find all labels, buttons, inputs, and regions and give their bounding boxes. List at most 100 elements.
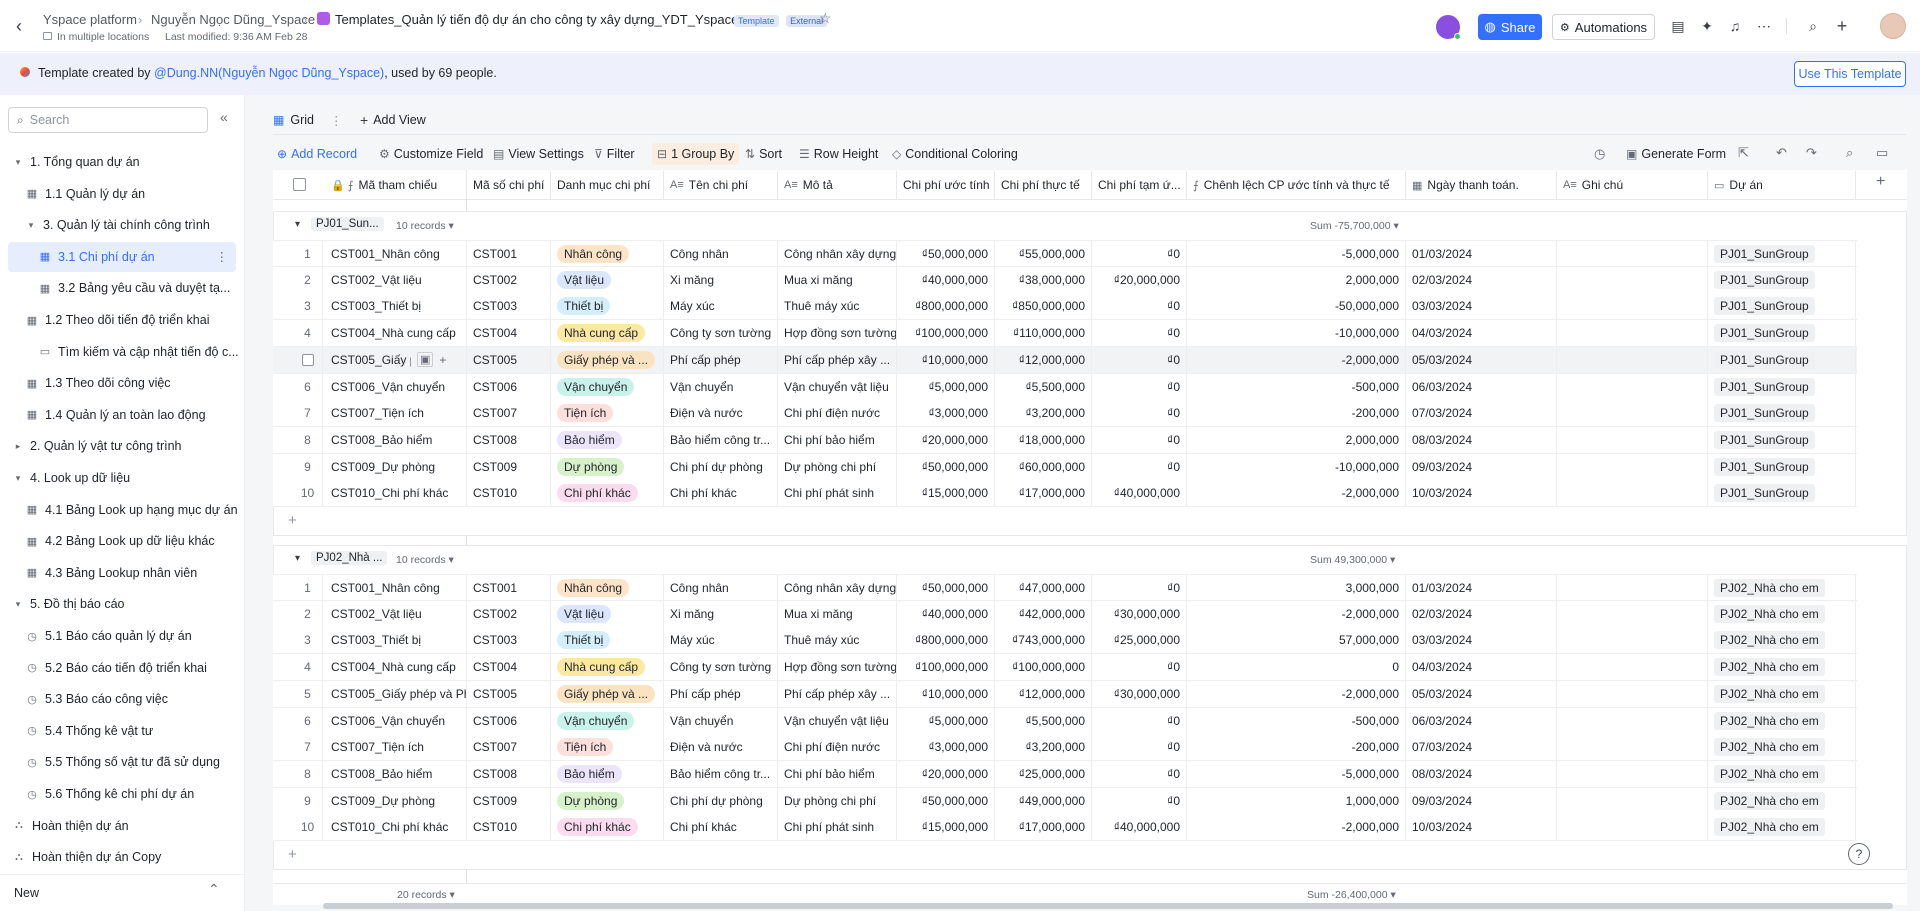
table-cell[interactable]: -10,000,000 <box>1187 453 1406 480</box>
table-cell[interactable]: ₫42,000,000 <box>995 600 1092 627</box>
table-cell[interactable]: PJ01_SunGroup <box>1708 373 1856 400</box>
table-cell[interactable]: ₫0 <box>1092 293 1187 320</box>
table-cell[interactable]: CST010_Chi phí khác <box>325 814 467 841</box>
table-cell[interactable]: CST006_Vận chuyển <box>325 707 467 734</box>
table-cell[interactable]: Bảo hiểm <box>551 760 664 787</box>
table-row[interactable]: 7 CST007_Tiện ích CST007 Tiện ích Điện và nư… <box>273 400 1857 428</box>
table-cell[interactable]: ₫0 <box>1092 707 1187 734</box>
table-cell[interactable]: Thuê máy xúc <box>778 293 897 320</box>
table-cell[interactable]: CST006 <box>467 373 551 400</box>
sidebar-item[interactable]: ⛬ Hoàn thiện dự án <box>0 811 245 841</box>
breadcrumb-workspace[interactable]: Yspace platform <box>43 12 137 27</box>
column-header[interactable]: Chi phí tạm ứ... <box>1092 171 1187 199</box>
star-icon[interactable]: ☆ <box>819 10 832 27</box>
document-icon[interactable]: ▤ <box>1668 16 1688 36</box>
table-cell[interactable]: Chi phí điện nước <box>778 400 897 427</box>
comments-icon[interactable]: ▭ <box>1876 145 1888 161</box>
row-height-button[interactable]: ☰ Row Height <box>799 143 878 165</box>
add-record-button[interactable]: ⊕ Add Record <box>277 143 357 165</box>
table-cell[interactable]: 57,000,000 <box>1187 627 1406 654</box>
table-cell[interactable]: ₫0 <box>1092 787 1187 814</box>
sidebar-item[interactable]: ◷ 5.2 Báo cáo tiến độ triển khai <box>0 653 245 683</box>
group-name-tag[interactable]: PJ01_Sun... <box>311 217 384 231</box>
table-cell[interactable]: CST004 <box>467 654 551 681</box>
new-label[interactable]: New <box>14 886 39 900</box>
table-cell[interactable]: ₫30,000,000 <box>1092 600 1187 627</box>
table-cell[interactable]: -50,000,000 <box>1187 293 1406 320</box>
sidebar-item[interactable]: ▾ 3. Quản lý tài chính công trình <box>0 210 245 240</box>
chevron-down-icon[interactable]: ▾ <box>12 599 24 610</box>
table-cell[interactable]: Bảo hiểm <box>551 426 664 453</box>
table-cell[interactable]: PJ02_Nhà cho em <box>1708 760 1856 787</box>
table-row[interactable]: 2 CST002_Vật liệu CST002 Vật liệu Xi măng Mua… <box>273 266 1857 294</box>
more-vertical-icon[interactable]: ⋮ <box>216 249 229 264</box>
expand-record-icon[interactable]: ▣ <box>417 352 434 368</box>
generate-form-button[interactable]: ▣ Generate Form <box>1626 143 1726 165</box>
table-cell[interactable]: 02/03/2024 <box>1406 600 1557 627</box>
table-cell[interactable]: Giấy phép và ... <box>551 680 664 707</box>
chevron-right-icon[interactable]: ▸ <box>12 441 24 452</box>
table-cell[interactable]: CST006 <box>467 707 551 734</box>
column-header[interactable]: Mã số chi phí <box>467 171 551 199</box>
table-cell[interactable]: -5,000,000 <box>1187 760 1406 787</box>
group-record-count[interactable]: 10 records ▾ <box>396 220 454 232</box>
sidebar-item[interactable]: ▦ 1.2 Theo dõi tiến độ triển khai <box>0 305 245 335</box>
table-cell[interactable]: PJ01_SunGroup <box>1708 293 1856 320</box>
table-cell[interactable]: CST007 <box>467 400 551 427</box>
column-header[interactable]: Chi phí thực tế <box>995 171 1092 199</box>
sidebar-item[interactable]: ▾ 5. Đồ thị báo cáo <box>0 589 245 619</box>
table-cell[interactable]: ₫100,000,000 <box>897 320 995 347</box>
table-cell[interactable]: Hợp đồng sơn tường <box>778 320 897 347</box>
table-cell[interactable]: Vận chuyển vật liệu <box>778 373 897 400</box>
table-cell[interactable]: ₫0 <box>1092 760 1187 787</box>
column-header[interactable]: Chi phí ước tính <box>897 171 995 199</box>
table-row[interactable]: 6 CST006_Vận chuyển CST006 Vận chuyển Vận ch… <box>273 373 1857 401</box>
table-cell[interactable]: Chi phí khác <box>664 814 778 841</box>
table-cell[interactable]: Mua xi măng <box>778 600 897 627</box>
table-cell[interactable]: CST003 <box>467 293 551 320</box>
table-cell[interactable]: Xi măng <box>664 266 778 293</box>
table-cell[interactable]: Giấy phép và ... <box>551 346 664 373</box>
undo-icon[interactable]: ↶ <box>1776 145 1787 161</box>
chevron-down-icon[interactable]: ▾ <box>295 219 300 230</box>
table-row[interactable]: 8 CST008_Bảo hiểm CST008 Bảo hiểm Bảo hiểm c… <box>273 760 1857 788</box>
table-cell[interactable]: Vận chuyển <box>664 373 778 400</box>
sidebar-item[interactable]: ▦ 3.1 Chi phí dự án ⋮ <box>8 241 236 272</box>
table-cell[interactable]: Dự phòng chi phí <box>778 787 897 814</box>
table-cell[interactable]: ₫3,000,000 <box>897 400 995 427</box>
table-cell[interactable]: CST010 <box>467 480 551 507</box>
table-cell[interactable]: PJ01_SunGroup <box>1708 320 1856 347</box>
table-cell[interactable]: ₫40,000,000 <box>897 600 995 627</box>
table-cell[interactable]: ₫0 <box>1092 575 1187 601</box>
table-cell[interactable] <box>1557 266 1708 293</box>
sidebar-item[interactable]: ▦ 4.2 Bảng Look up dữ liệu khác <box>0 526 245 556</box>
table-cell[interactable]: 05/03/2024 <box>1406 346 1557 373</box>
table-cell[interactable]: CST004 <box>467 320 551 347</box>
table-cell[interactable] <box>1557 787 1708 814</box>
table-row[interactable]: 9 CST009_Dự phòng CST009 Dự phòng Chi phí dự… <box>273 787 1857 815</box>
table-cell[interactable]: PJ01_SunGroup <box>1708 266 1856 293</box>
table-cell[interactable]: CST001_Nhân công <box>325 575 467 601</box>
table-cell[interactable]: ₫50,000,000 <box>897 241 995 267</box>
table-cell[interactable]: Tiện ích <box>551 734 664 761</box>
document-title[interactable]: Templates_Quản lý tiến độ dự án cho công… <box>335 12 774 27</box>
table-cell[interactable]: Nhà cung cấp <box>551 320 664 347</box>
back-icon[interactable]: ‹ <box>16 16 32 36</box>
table-cell[interactable]: Dự phòng chi phí <box>778 453 897 480</box>
chevron-down-icon[interactable]: ▾ <box>12 473 24 484</box>
table-cell[interactable]: -5,000,000 <box>1187 241 1406 267</box>
horizontal-scrollbar[interactable] <box>323 903 1893 909</box>
table-cell[interactable]: PJ02_Nhà cho em <box>1708 600 1856 627</box>
table-cell[interactable]: CST008_Bảo hiểm <box>325 760 467 787</box>
table-cell[interactable]: Công nhân <box>664 575 778 601</box>
group-sum[interactable]: Sum -75,700,000 ▾ <box>1310 220 1399 232</box>
table-cell[interactable]: CST005_Giấy phép ▣ + <box>325 346 467 373</box>
table-cell[interactable]: PJ02_Nhà cho em <box>1708 654 1856 681</box>
automations-button[interactable]: ⚙ Automations <box>1552 14 1655 40</box>
conditional-coloring-button[interactable]: ◇ Conditional Coloring <box>892 143 1018 165</box>
table-cell[interactable]: CST009_Dự phòng <box>325 787 467 814</box>
row-checkbox[interactable] <box>301 353 314 366</box>
table-cell[interactable]: 01/03/2024 <box>1406 575 1557 601</box>
plus-icon[interactable]: + <box>1832 16 1852 36</box>
column-header[interactable]: A≡ Tên chi phí <box>664 171 778 199</box>
